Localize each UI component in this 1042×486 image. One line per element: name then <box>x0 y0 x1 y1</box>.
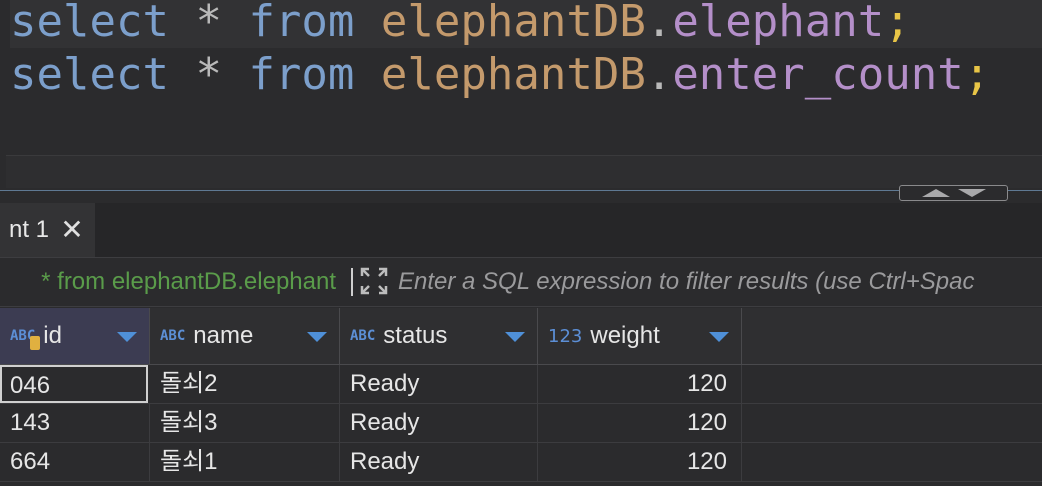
column-header-id[interactable]: ABC id <box>0 308 150 364</box>
sql-operator: * <box>168 0 249 47</box>
sql-keyword: select <box>10 49 169 100</box>
filter-query-text[interactable]: * from elephantDB.elephant <box>0 258 348 306</box>
sql-table: elephant <box>672 0 885 47</box>
key-icon <box>30 336 40 350</box>
results-tab-bar: nt 1 ✕ <box>0 203 1042 258</box>
table-row[interactable]: 046 돌쇠2 Ready 120 <box>0 365 1042 404</box>
cell-weight[interactable]: 120 <box>538 404 742 442</box>
splitter-toggle-button[interactable] <box>899 185 1008 201</box>
sql-semicolon: ; <box>884 0 911 47</box>
cell-name[interactable]: 돌쇠1 <box>150 443 340 481</box>
results-grid: ABC id ABC name ABC status 123 weight 04… <box>0 308 1042 486</box>
editor-horizontal-scrollbar[interactable] <box>6 155 1042 188</box>
expand-icon[interactable] <box>358 265 390 297</box>
tab-results-1[interactable]: nt 1 ✕ <box>0 203 95 257</box>
sql-keyword: from <box>248 49 355 100</box>
text-type-icon: ABC <box>160 328 186 344</box>
sql-table: enter_count <box>672 49 964 100</box>
column-header-weight[interactable]: 123 weight <box>538 308 742 364</box>
maximize-up-icon[interactable] <box>921 189 950 197</box>
cell-status[interactable]: Ready <box>340 404 538 442</box>
sql-schema: elephantDB <box>380 49 646 100</box>
tab-label: nt 1 <box>8 216 49 243</box>
sql-dot: . <box>645 49 673 100</box>
column-menu-arrow-icon[interactable] <box>505 332 525 342</box>
cell-name[interactable]: 돌쇠2 <box>150 365 340 403</box>
column-menu-arrow-icon[interactable] <box>117 332 137 342</box>
column-header-status[interactable]: ABC status <box>340 308 538 364</box>
column-header-name[interactable]: ABC name <box>150 308 340 364</box>
sql-editor[interactable]: select * from elephantDB.elephant; selec… <box>0 0 1042 190</box>
sql-semicolon: ; <box>963 49 991 100</box>
table-row[interactable]: 143 돌쇠3 Ready 120 <box>0 404 1042 443</box>
column-name: status <box>383 322 448 349</box>
sql-keyword: from <box>248 0 355 47</box>
minimize-down-icon[interactable] <box>957 189 986 197</box>
cell-weight[interactable]: 120 <box>538 443 742 481</box>
filter-query-label: * from elephantDB.elephant <box>41 268 336 295</box>
column-menu-arrow-icon[interactable] <box>307 332 327 342</box>
filter-divider <box>351 268 353 296</box>
sql-dot: . <box>645 0 673 47</box>
cell-status[interactable]: Ready <box>340 365 538 403</box>
column-name: id <box>43 322 62 349</box>
cell-weight[interactable]: 120 <box>538 365 742 403</box>
panel-splitter[interactable] <box>0 190 1042 203</box>
column-menu-arrow-icon[interactable] <box>709 332 729 342</box>
close-icon[interactable]: ✕ <box>60 216 84 244</box>
sql-schema: elephantDB <box>380 0 646 47</box>
sql-operator: * <box>168 49 249 100</box>
sql-keyword: select <box>10 0 169 47</box>
grid-header: ABC id ABC name ABC status 123 weight <box>0 308 1042 365</box>
cell-status[interactable]: Ready <box>340 443 538 481</box>
filter-expression-input[interactable] <box>398 258 1042 306</box>
text-type-icon: ABC <box>350 328 376 344</box>
column-name: name <box>193 322 254 349</box>
cell-name[interactable]: 돌쇠3 <box>150 404 340 442</box>
sql-line-2[interactable]: select * from elephantDB.enter_count; <box>10 49 990 101</box>
number-type-icon: 123 <box>548 325 583 347</box>
cell-id[interactable]: 046 <box>0 365 148 403</box>
cell-id[interactable]: 143 <box>0 404 150 442</box>
text-type-icon: ABC <box>10 328 40 350</box>
table-row[interactable]: 664 돌쇠1 Ready 120 <box>0 443 1042 482</box>
column-name: weight <box>590 322 660 349</box>
sql-line-1[interactable]: select * from elephantDB.elephant; <box>10 0 1042 48</box>
cell-id[interactable]: 664 <box>0 443 150 481</box>
